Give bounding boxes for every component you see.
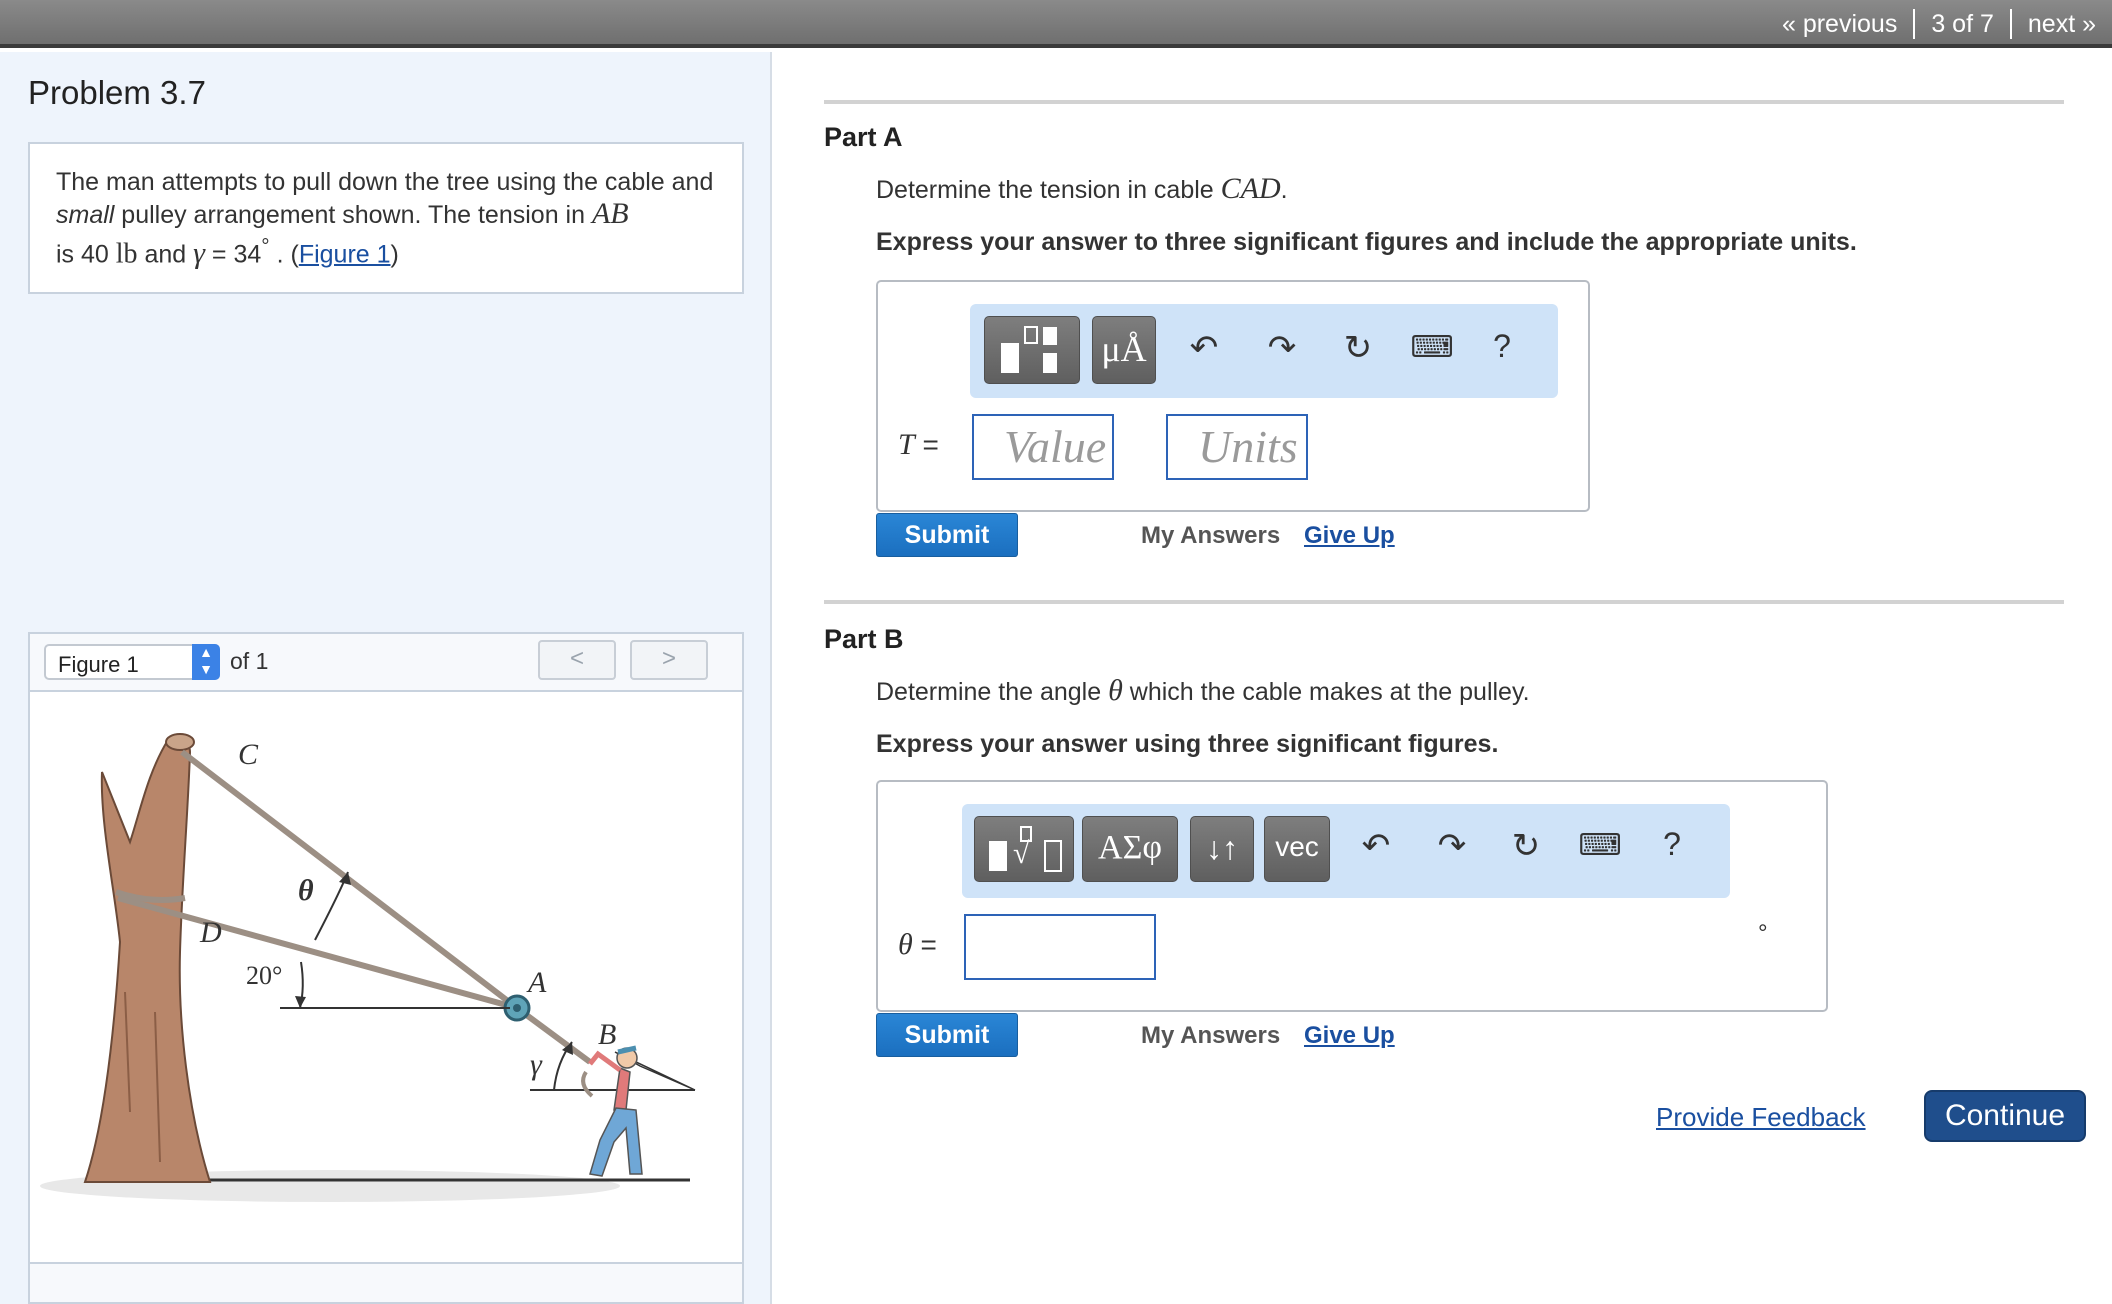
- next-link[interactable]: next »: [2012, 10, 2112, 39]
- part-a-instruction: Express your answer to three significant…: [876, 228, 1857, 256]
- divider: [824, 100, 2064, 104]
- var-gamma: γ: [193, 236, 205, 270]
- provide-feedback-link[interactable]: Provide Feedback: [1656, 1102, 1866, 1133]
- units-input[interactable]: Units: [1166, 414, 1308, 480]
- part-b-question: Determine the angle θ which the cable ma…: [876, 674, 1530, 708]
- part-b-give-up[interactable]: Give Up: [1304, 1022, 1395, 1050]
- statement-text: The man attempts to pull down the tree u…: [56, 168, 714, 196]
- figure-count: of 1: [230, 648, 269, 674]
- figure-next-button[interactable]: >: [630, 640, 708, 680]
- tension-label: T =: [898, 428, 939, 462]
- continue-button[interactable]: Continue: [1924, 1090, 2086, 1142]
- question-text: Determine the tension in cable: [876, 176, 1221, 204]
- divider: [824, 600, 2064, 604]
- units-button[interactable]: μÅ: [1092, 316, 1156, 384]
- select-arrows-icon: ▲ ▼: [192, 644, 220, 680]
- statement-text: and: [137, 240, 194, 269]
- keyboard-icon[interactable]: ⌨: [1410, 330, 1454, 365]
- part-a-submit-button[interactable]: Submit: [876, 513, 1018, 557]
- degree-symbol: °: [261, 235, 270, 258]
- degree-unit: °: [1758, 920, 1768, 947]
- var-theta: θ: [1108, 674, 1123, 707]
- var-t: T: [898, 428, 915, 461]
- answer-pane: Part A Determine the tension in cable CA…: [776, 52, 2112, 1304]
- part-a-question: Determine the tension in cable CAD.: [876, 172, 1288, 206]
- part-b-my-answers[interactable]: My Answers: [1141, 1022, 1280, 1050]
- top-navigation-bar: « previous 3 of 7 next »: [0, 0, 2112, 48]
- figure-illustration: C D A B θ γ 20°: [30, 692, 742, 1262]
- question-text: .: [1280, 176, 1288, 204]
- label-c: C: [238, 738, 259, 771]
- part-b-title: Part B: [824, 624, 904, 654]
- root-template-icon: √: [989, 826, 1062, 872]
- statement-text: pulley arrangement shown. The tension in: [114, 201, 592, 229]
- label-20-degrees: 20°: [246, 961, 282, 990]
- unit-lb: lb: [115, 238, 138, 270]
- var-ab: AB: [591, 197, 629, 230]
- statement-emphasis: small: [56, 201, 115, 229]
- problem-pager: « previous 3 of 7 next »: [1766, 8, 2112, 40]
- part-a-title: Part A: [824, 122, 903, 152]
- template-button[interactable]: [984, 316, 1080, 384]
- equals-sign: =: [912, 929, 937, 960]
- statement-text: = 34: [204, 240, 262, 269]
- label-a: A: [526, 966, 547, 999]
- problem-title: Problem 3.7: [28, 74, 206, 111]
- part-a-answer-box: μÅ ↶ ↷ ↻ ⌨ ? T = Value Units: [876, 280, 1590, 512]
- statement-text: ): [390, 240, 399, 269]
- value-input[interactable]: Value: [972, 414, 1114, 480]
- figure-link[interactable]: Figure 1: [299, 240, 391, 268]
- undo-icon[interactable]: ↶: [1182, 328, 1226, 368]
- redo-icon[interactable]: ↷: [1430, 826, 1474, 866]
- undo-icon[interactable]: ↶: [1354, 826, 1398, 866]
- greek-symbols-button[interactable]: ΑΣφ: [1082, 816, 1178, 882]
- label-b: B: [598, 1018, 616, 1051]
- figure-select-value: Figure 1: [58, 652, 139, 677]
- tree-pulley-diagram: C D A B θ γ 20°: [40, 733, 696, 1202]
- figure-header: Figure 1 ▲ ▼ of 1 < >: [30, 634, 742, 692]
- figure-select[interactable]: Figure 1 ▲ ▼: [44, 644, 220, 680]
- part-b-toolbar: √ ΑΣφ ↓↑ vec ↶ ↷ ↻ ⌨ ?: [962, 804, 1730, 898]
- label-d: D: [199, 916, 222, 949]
- part-b-submit-button[interactable]: Submit: [876, 1013, 1018, 1057]
- keyboard-icon[interactable]: ⌨: [1578, 828, 1622, 863]
- figure-panel: Figure 1 ▲ ▼ of 1 < > C D A B θ γ 20°: [28, 632, 744, 1304]
- redo-icon[interactable]: ↷: [1260, 328, 1304, 368]
- templates-button[interactable]: √: [974, 816, 1074, 882]
- help-button[interactable]: ?: [1652, 826, 1692, 863]
- figure-prev-button[interactable]: <: [538, 640, 616, 680]
- position-indicator: 3 of 7: [1931, 9, 1994, 38]
- question-text: Determine the angle: [876, 678, 1109, 706]
- statement-text: is 40: [56, 240, 116, 269]
- var-theta: θ: [898, 928, 913, 961]
- part-a-toolbar: μÅ ↶ ↷ ↻ ⌨ ?: [970, 304, 1558, 398]
- reset-icon[interactable]: ↻: [1336, 328, 1380, 368]
- help-button[interactable]: ?: [1482, 328, 1522, 365]
- vector-button[interactable]: vec: [1264, 816, 1330, 882]
- subscript-button[interactable]: ↓↑: [1190, 816, 1254, 882]
- statement-text: . (: [269, 240, 299, 269]
- previous-link[interactable]: « previous: [1766, 10, 1913, 39]
- figure-footer: [30, 1262, 742, 1302]
- label-theta: θ: [298, 874, 314, 907]
- problem-pane: Problem 3.7 The man attempts to pull dow…: [0, 52, 772, 1304]
- angle-input[interactable]: [964, 914, 1156, 980]
- question-text: which the cable makes at the pulley.: [1122, 678, 1530, 706]
- part-b-answer-box: √ ΑΣφ ↓↑ vec ↶ ↷ ↻ ⌨ ? θ = °: [876, 780, 1828, 1012]
- template-icon: [1001, 326, 1057, 373]
- theta-label: θ =: [898, 928, 937, 962]
- part-b-instruction: Express your answer using three signific…: [876, 730, 1499, 758]
- reset-icon[interactable]: ↻: [1504, 826, 1548, 866]
- var-cad: CAD: [1220, 172, 1281, 205]
- equals-sign: =: [914, 429, 939, 460]
- label-gamma: γ: [530, 1048, 543, 1081]
- part-a-my-answers[interactable]: My Answers: [1141, 522, 1280, 550]
- problem-statement: The man attempts to pull down the tree u…: [28, 142, 744, 294]
- part-a-give-up[interactable]: Give Up: [1304, 522, 1395, 550]
